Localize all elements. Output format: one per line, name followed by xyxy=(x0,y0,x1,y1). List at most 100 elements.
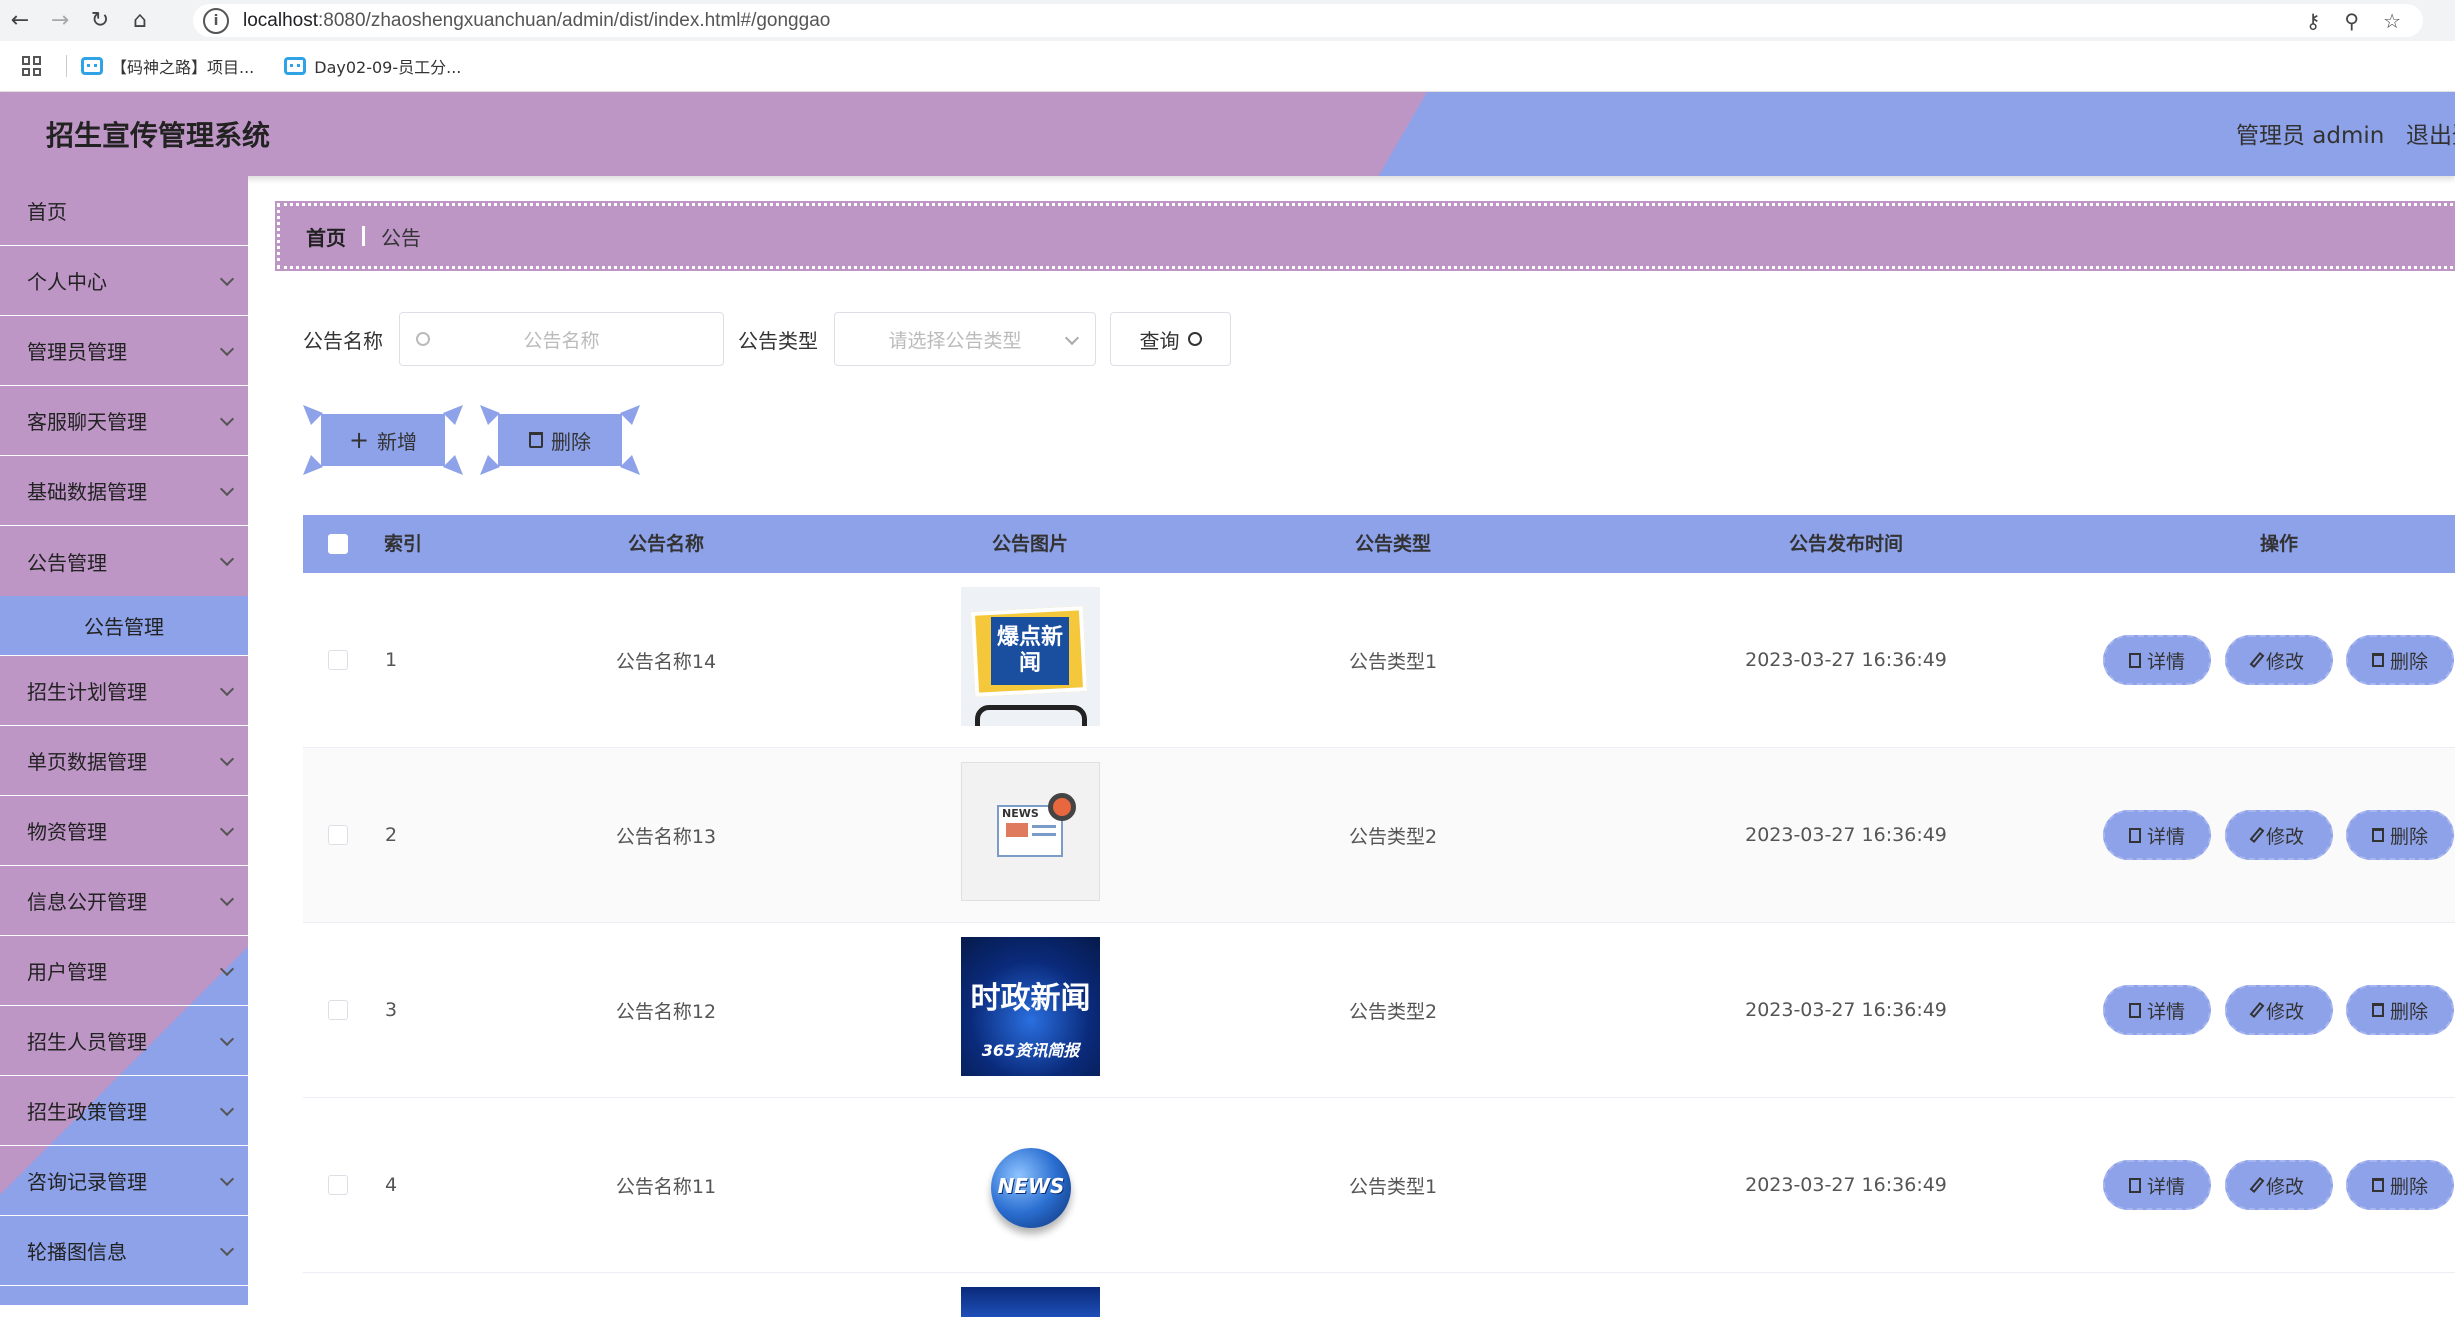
row-checkbox[interactable] xyxy=(328,1000,348,1020)
sidebar-item-enroll-plan[interactable]: 招生计划管理 xyxy=(0,656,248,726)
row-checkbox[interactable] xyxy=(328,825,348,845)
row-type: 公告类型1 xyxy=(1348,650,1438,673)
sidebar-item-carousel[interactable]: 轮播图信息 xyxy=(0,1216,248,1286)
delete-label: 删除 xyxy=(2389,1000,2428,1023)
thumbnail-text: 爆点新闻 xyxy=(991,617,1069,685)
sidebar-item-admins[interactable]: 管理员管理 xyxy=(0,316,248,386)
table-header: 索引 公告名称 公告图片 公告类型 公告发布时间 操作 xyxy=(303,515,2455,573)
edit-icon xyxy=(2249,1176,2265,1194)
delete-button[interactable]: 删除 xyxy=(2346,810,2454,860)
sidebar-item-base-data[interactable]: 基础数据管理 xyxy=(0,456,248,526)
sidebar-item-home[interactable]: 首页 xyxy=(0,176,248,246)
sidebar-item-single-page[interactable]: 单页数据管理 xyxy=(0,726,248,796)
current-user: 管理员 admin xyxy=(2236,123,2385,149)
edit-button[interactable]: 修改 xyxy=(2225,1160,2333,1210)
add-button[interactable]: + 新增 xyxy=(303,405,463,475)
sidebar-item-policies[interactable]: 招生政策管理 xyxy=(0,1076,248,1146)
chevron-down-icon xyxy=(219,271,235,287)
sidebar-item-users[interactable]: 用户管理 xyxy=(0,936,248,1006)
forward-arrow-icon[interactable]: → xyxy=(40,0,80,41)
edit-button[interactable]: 修改 xyxy=(2225,635,2333,685)
url-text: localhost:8080/zhaoshengxuanchuan/admin/… xyxy=(243,9,831,31)
sidebar-item-info-public[interactable]: 信息公开管理 xyxy=(0,866,248,936)
delete-button[interactable]: 删除 xyxy=(2346,635,2454,685)
chevron-down-icon xyxy=(219,1171,235,1187)
notice-type-label: 公告类型 xyxy=(738,328,818,353)
notice-thumbnail[interactable]: NEWS xyxy=(961,1112,1100,1251)
chevron-down-icon xyxy=(219,1241,235,1257)
row-type: 公告类型2 xyxy=(1348,825,1438,848)
table-row: 4 公告名称11 NEWS 公告类型1 2023-03-27 16:36:49 … xyxy=(303,1098,2455,1273)
chevron-down-icon xyxy=(219,681,235,697)
row-time: 2023-03-27 16:36:49 xyxy=(1745,649,1947,671)
site-info-icon[interactable]: i xyxy=(203,7,229,34)
breadcrumb-home[interactable]: 首页 xyxy=(306,222,346,251)
batch-delete-button[interactable]: 删除 xyxy=(480,405,640,475)
edit-icon xyxy=(2249,651,2265,669)
bilibili-icon xyxy=(81,57,103,75)
home-icon[interactable]: ⌂ xyxy=(120,0,160,41)
notice-thumbnail[interactable]: 时政新闻 365资讯简报 xyxy=(961,937,1100,1076)
delete-button[interactable]: 删除 xyxy=(2346,1160,2454,1210)
bilibili-icon xyxy=(284,57,307,75)
detail-button[interactable]: 详情 xyxy=(2103,810,2211,860)
column-header-image[interactable]: 公告图片 xyxy=(992,515,1068,573)
row-index: 3 xyxy=(385,999,398,1021)
reload-icon[interactable]: ↻ xyxy=(80,0,120,41)
bookmarks-bar: 【码神之路】项目... Day02-09-员工分... xyxy=(0,41,2455,92)
row-time: 2023-03-27 16:36:49 xyxy=(1745,1174,1947,1196)
row-time: 2023-03-27 16:36:49 xyxy=(1745,824,1947,846)
chevron-down-icon xyxy=(219,551,235,567)
select-all-checkbox[interactable] xyxy=(328,534,348,554)
query-button[interactable]: 查询 xyxy=(1110,312,1231,366)
trash-icon xyxy=(2371,1003,2384,1017)
chevron-down-icon xyxy=(1064,330,1080,346)
logout-link[interactable]: 退出登录 xyxy=(2406,116,2455,150)
detail-label: 详情 xyxy=(2146,1175,2185,1198)
bookmark-star-icon[interactable]: ☆ xyxy=(2383,9,2401,33)
notice-name-input[interactable]: 公告名称 xyxy=(399,312,724,366)
row-checkbox[interactable] xyxy=(328,1175,348,1195)
detail-button[interactable]: 详情 xyxy=(2103,1160,2211,1210)
delete-label: 删除 xyxy=(2389,825,2428,848)
edit-button[interactable]: 修改 xyxy=(2225,985,2333,1035)
table-row: 3 公告名称12 时政新闻 365资讯简报 公告类型2 2023-03-27 1… xyxy=(303,923,2455,1098)
sidebar-item-profile[interactable]: 个人中心 xyxy=(0,246,248,316)
column-header-name[interactable]: 公告名称 xyxy=(628,515,704,573)
document-icon xyxy=(2128,1177,2141,1193)
delete-button[interactable]: 删除 xyxy=(2346,985,2454,1035)
address-bar[interactable]: i localhost:8080/zhaoshengxuanchuan/admi… xyxy=(193,4,2423,37)
notice-thumbnail[interactable] xyxy=(961,1287,1100,1317)
column-header-type[interactable]: 公告类型 xyxy=(1355,515,1431,573)
notice-thumbnail[interactable]: NEWS xyxy=(961,762,1100,901)
trash-icon xyxy=(2371,1178,2384,1192)
column-header-time[interactable]: 公告发布时间 xyxy=(1789,515,1903,573)
notice-thumbnail[interactable]: 爆点新闻 xyxy=(961,587,1100,726)
sidebar-item-recruiters[interactable]: 招生人员管理 xyxy=(0,1006,248,1076)
bookmark-item[interactable]: Day02-09-员工分... xyxy=(284,54,461,78)
sidebar-item-materials[interactable]: 物资管理 xyxy=(0,796,248,866)
thumbnail-text: 时政新闻 xyxy=(970,981,1091,1016)
delete-button-label: 删除 xyxy=(551,429,591,454)
column-header-index[interactable]: 索引 xyxy=(384,515,422,573)
table-row xyxy=(303,1273,2455,1317)
sidebar-item-chat[interactable]: 客服聊天管理 xyxy=(0,386,248,456)
password-key-icon[interactable]: ⚷ xyxy=(2306,9,2321,33)
sidebar-item-label: 物资管理 xyxy=(27,820,107,844)
sidebar-item-label: 客服聊天管理 xyxy=(27,410,147,434)
zoom-icon[interactable]: ⚲ xyxy=(2344,9,2359,33)
detail-button[interactable]: 详情 xyxy=(2103,635,2211,685)
back-arrow-icon[interactable]: ← xyxy=(0,0,40,41)
bookmark-label: 【码神之路】项目... xyxy=(111,58,255,77)
sidebar-item-notices[interactable]: 公告管理 xyxy=(0,526,248,596)
sidebar-subitem-notices[interactable]: 公告管理 xyxy=(0,596,248,656)
row-checkbox[interactable] xyxy=(328,650,348,670)
edit-button[interactable]: 修改 xyxy=(2225,810,2333,860)
app-header: 招生宣传管理系统 管理员 admin 退出登录 xyxy=(0,92,2455,176)
edit-label: 修改 xyxy=(2265,825,2304,848)
notice-type-select[interactable]: 请选择公告类型 xyxy=(834,312,1096,366)
sidebar-item-consult[interactable]: 咨询记录管理 xyxy=(0,1146,248,1216)
apps-grid-icon[interactable] xyxy=(22,56,42,76)
bookmark-item[interactable]: 【码神之路】项目... xyxy=(81,54,254,78)
detail-button[interactable]: 详情 xyxy=(2103,985,2211,1035)
